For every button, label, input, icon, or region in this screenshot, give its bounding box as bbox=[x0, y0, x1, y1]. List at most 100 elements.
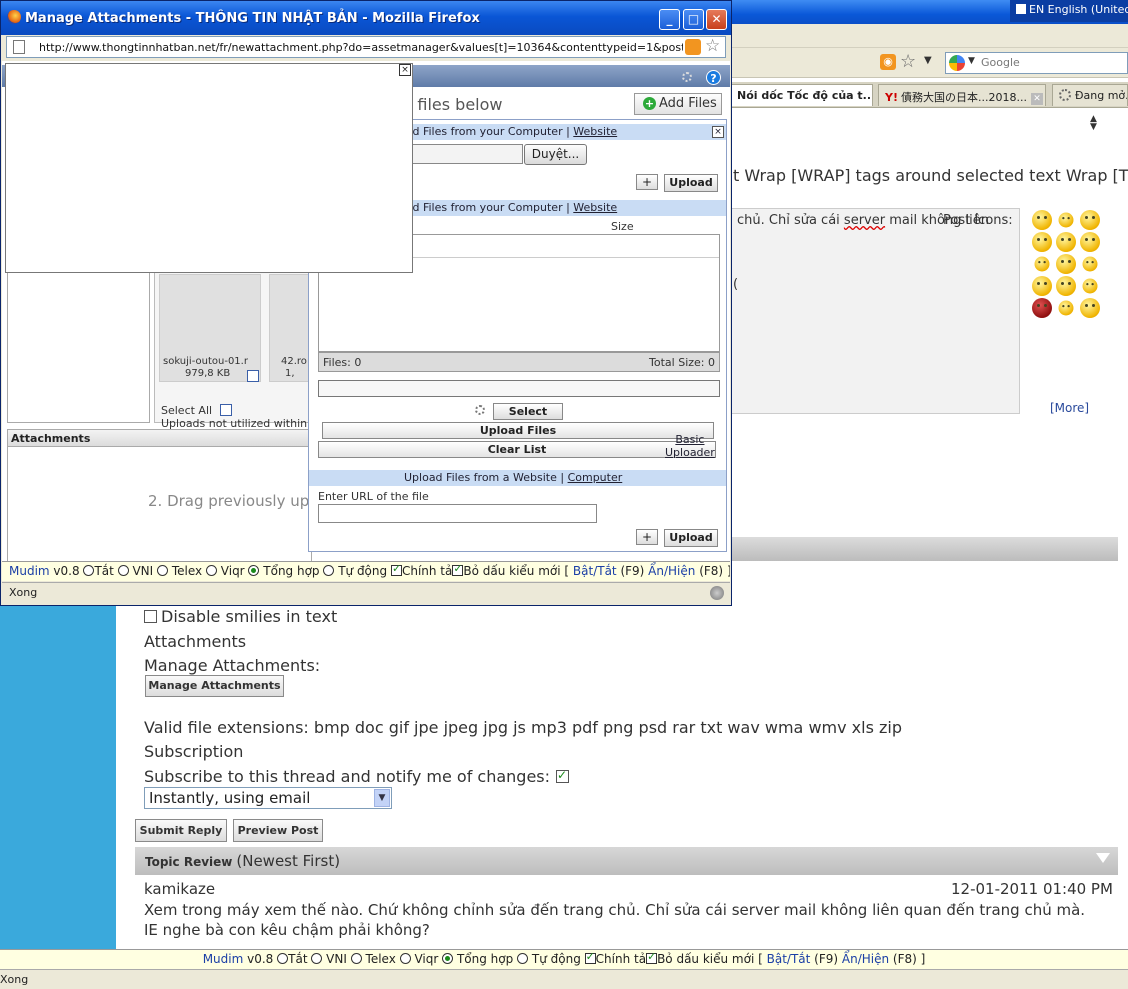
website-link[interactable]: Website bbox=[573, 125, 617, 138]
review-author[interactable]: kamikaze bbox=[144, 880, 215, 898]
mudim-auto-radio[interactable] bbox=[517, 953, 529, 964]
collapse-icon[interactable] bbox=[1096, 853, 1110, 863]
upload-progress-bar bbox=[318, 380, 720, 397]
basic-uploader-link[interactable]: Basic Uploader bbox=[665, 433, 715, 459]
overlay-dialog: × bbox=[5, 63, 413, 273]
subscription-heading: Subscription bbox=[144, 742, 244, 761]
upload-files-button[interactable]: Upload Files bbox=[322, 422, 714, 439]
mudim-auto-radio[interactable] bbox=[323, 565, 335, 576]
tab-yahoo[interactable]: Y! 債務大国の日本...2018... ✕ bbox=[878, 84, 1046, 106]
select-all-checkbox[interactable] bbox=[220, 404, 233, 416]
mudim-showhide-link[interactable]: Ẩn/Hiện bbox=[648, 564, 695, 578]
background-tabstrip: Nói dốc Tốc độ của t...✕ Y!債務大国の日本...201… bbox=[730, 82, 1128, 108]
mudim-vni-radio[interactable] bbox=[311, 953, 323, 964]
clear-list-button[interactable]: Clear List bbox=[318, 441, 716, 458]
files-count: Files: 0 bbox=[323, 356, 362, 369]
mudim-telex-radio[interactable] bbox=[350, 953, 362, 964]
popup-titlebar[interactable]: Manage Attachments - THÔNG TIN NHẬT BẢN … bbox=[1, 1, 731, 35]
mudim-toggle-link[interactable]: Bật/Tắt bbox=[573, 564, 617, 578]
mudim-viqr-radio[interactable] bbox=[205, 565, 217, 576]
file-select-checkbox[interactable] bbox=[247, 370, 259, 382]
more-smilies-link[interactable]: [More] bbox=[1050, 401, 1089, 415]
smiley-icon[interactable] bbox=[1056, 276, 1076, 296]
mudim-vni-radio[interactable] bbox=[117, 565, 129, 576]
mudim-combined-radio[interactable] bbox=[248, 565, 260, 576]
add-icon: + bbox=[643, 97, 656, 110]
search-engine-icon[interactable] bbox=[949, 55, 965, 71]
smiley-icon[interactable] bbox=[1080, 232, 1100, 252]
close-window-button[interactable]: ✕ bbox=[706, 9, 727, 30]
tab-close-icon[interactable]: ✕ bbox=[1030, 93, 1043, 105]
mudim-off-radio[interactable] bbox=[83, 565, 95, 576]
mudim-new-style-checkbox[interactable] bbox=[646, 950, 658, 964]
select-files-button[interactable]: Select Files bbox=[493, 403, 563, 433]
editor-text-fragment: ( bbox=[733, 277, 739, 292]
upload-button[interactable]: Upload bbox=[664, 174, 718, 192]
disable-smilies-option[interactable]: Disable smilies in text bbox=[144, 607, 337, 626]
close-panel-icon[interactable]: × bbox=[712, 126, 724, 138]
smiley-icon[interactable] bbox=[1034, 256, 1050, 272]
smiley-icon[interactable] bbox=[1080, 298, 1100, 318]
keyboard-icon bbox=[1016, 4, 1026, 14]
select-all-option[interactable]: Select All bbox=[161, 402, 233, 417]
mudim-off-radio[interactable] bbox=[277, 953, 289, 964]
add-row-button[interactable]: + bbox=[636, 174, 658, 190]
search-engine-dropdown-icon[interactable]: ▼ bbox=[968, 56, 975, 66]
minimize-button[interactable]: _ bbox=[659, 9, 680, 30]
smiley-icon[interactable] bbox=[1032, 232, 1052, 252]
url-history-dropdown-icon[interactable]: ▼ bbox=[924, 55, 932, 66]
mudim-viqr-radio[interactable] bbox=[399, 953, 411, 964]
popup-url-bar[interactable]: http://www.thongtinnhatban.net/fr/newatt… bbox=[6, 36, 726, 58]
computer-link[interactable]: Computer bbox=[568, 471, 623, 484]
help-icon[interactable]: ? bbox=[706, 70, 721, 85]
review-date: 12-01-2011 01:40 PM bbox=[951, 880, 1113, 898]
bookmark-star-icon[interactable]: ☆ bbox=[900, 51, 916, 72]
subscribe-checkbox[interactable] bbox=[556, 768, 570, 783]
smiley-icon[interactable] bbox=[1056, 254, 1076, 274]
browse-button[interactable]: Duyệt... bbox=[524, 144, 587, 165]
manage-attachments-button[interactable]: Manage Attachments bbox=[145, 675, 284, 697]
mudim-showhide-link[interactable]: Ẩn/Hiện bbox=[842, 952, 889, 966]
submit-reply-button[interactable]: Submit Reply bbox=[135, 819, 227, 842]
search-box[interactable]: ▼ Google bbox=[945, 52, 1128, 74]
valid-extensions-text: Valid file extensions: bmp doc gif jpe j… bbox=[144, 718, 902, 737]
mudim-new-style-checkbox[interactable] bbox=[452, 562, 464, 576]
bookmark-star-icon[interactable]: ☆ bbox=[705, 36, 720, 56]
smiley-icon[interactable] bbox=[1032, 276, 1052, 296]
upload-url-button[interactable]: Upload bbox=[664, 529, 718, 547]
mudim-telex-radio[interactable] bbox=[157, 565, 169, 576]
mudim-spelling-checkbox[interactable] bbox=[390, 562, 402, 576]
close-icon[interactable]: × bbox=[399, 64, 411, 76]
popup-url-text[interactable]: http://www.thongtinnhatban.net/fr/newatt… bbox=[39, 41, 683, 54]
subscription-mode-select[interactable]: Instantly, using email ▼ bbox=[144, 787, 392, 809]
mudim-spelling-checkbox[interactable] bbox=[584, 950, 596, 964]
message-editor[interactable]: chủ. Chỉ sửa cái server mail không liên … bbox=[730, 208, 1020, 414]
smiley-icon[interactable] bbox=[1056, 232, 1076, 252]
file-url-input[interactable] bbox=[318, 504, 597, 523]
rss-feed-icon[interactable]: ◉ bbox=[880, 54, 896, 70]
add-url-row-button[interactable]: + bbox=[636, 529, 658, 545]
language-indicator[interactable]: EN English (United St bbox=[1010, 0, 1128, 22]
website-link[interactable]: Website bbox=[573, 201, 617, 214]
add-files-button[interactable]: + Add Files bbox=[634, 93, 722, 115]
tab-loading[interactable]: Đang mở... bbox=[1052, 84, 1128, 106]
smiley-icon[interactable] bbox=[1082, 278, 1098, 294]
tab-label: Nói dốc Tốc độ của t... bbox=[737, 89, 873, 102]
smiley-icon[interactable] bbox=[1080, 210, 1100, 230]
disable-smilies-checkbox[interactable] bbox=[144, 610, 157, 623]
mudim-combined-radio[interactable] bbox=[442, 953, 454, 964]
tab-noi-doc[interactable]: Nói dốc Tốc độ của t...✕ bbox=[730, 84, 873, 106]
mudim-toggle-link[interactable]: Bật/Tắt bbox=[767, 952, 811, 966]
editor-resize-arrows-icon[interactable]: ▲ ▼ bbox=[1090, 115, 1097, 132]
search-input[interactable]: Google bbox=[981, 56, 1020, 69]
smiley-icon[interactable] bbox=[1032, 210, 1052, 230]
smiley-icon[interactable] bbox=[1058, 300, 1074, 316]
devil-smiley-icon[interactable] bbox=[1032, 298, 1052, 318]
smiley-icon[interactable] bbox=[1082, 256, 1098, 272]
rss-feed-icon[interactable] bbox=[685, 39, 701, 55]
file-name: sokuji-outou-01.r bbox=[163, 356, 248, 367]
file-queue-footer: Files: 0 Total Size: 0 bbox=[318, 352, 720, 372]
maximize-button[interactable]: □ bbox=[683, 9, 704, 30]
preview-post-button[interactable]: Preview Post bbox=[233, 819, 323, 842]
smiley-icon[interactable] bbox=[1058, 212, 1074, 228]
